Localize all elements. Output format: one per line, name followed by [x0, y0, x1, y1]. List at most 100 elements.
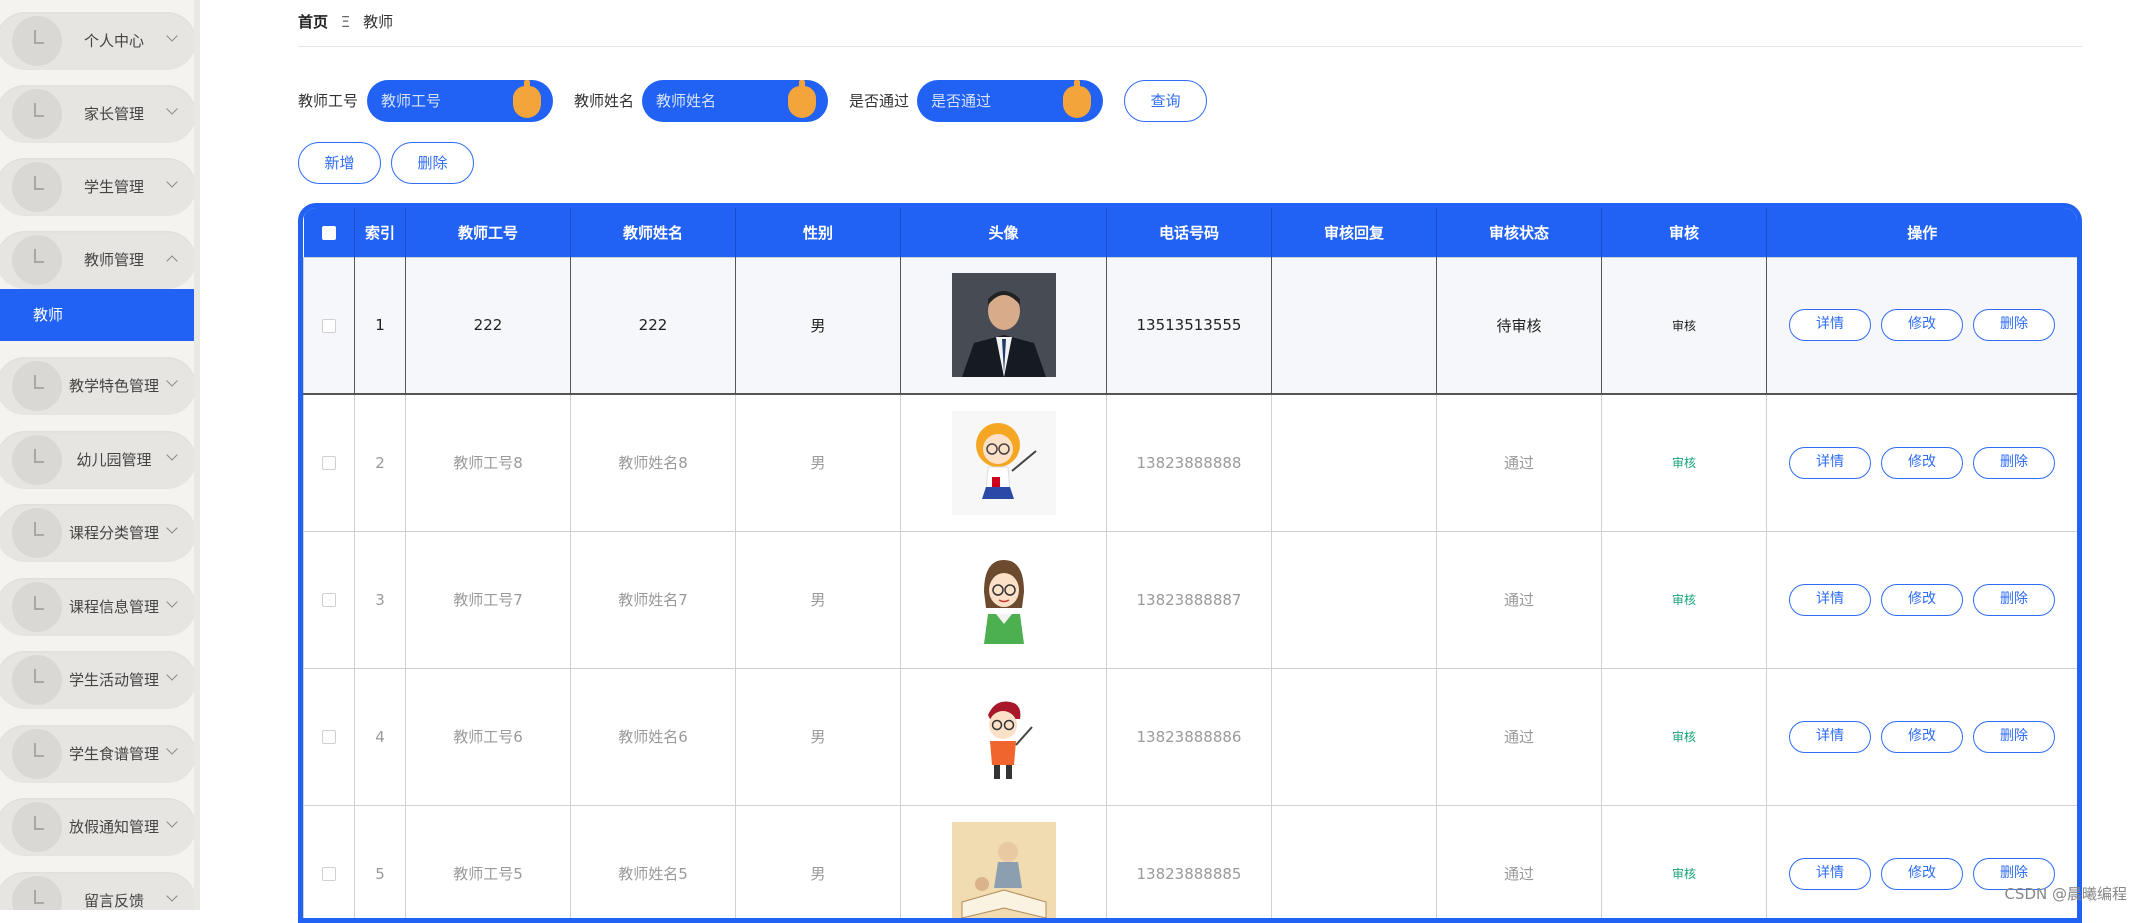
sidebar-item-teaching-features[interactable]: 教学特色管理 — [0, 357, 196, 415]
teacher-name-cell: 教师姓名7 — [571, 531, 736, 668]
sidebar-item-student-activity[interactable]: 学生活动管理 — [0, 651, 196, 709]
row-select-cell[interactable] — [304, 668, 355, 805]
index-cell: 4 — [355, 668, 406, 805]
edit-button[interactable]: 修改 — [1881, 858, 1963, 890]
row-select-cell[interactable] — [304, 805, 355, 923]
row-select-cell[interactable] — [304, 257, 355, 394]
table-row[interactable]: 5 教师工号5 教师姓名5 男 13823888885 通过 审核 — [304, 805, 2078, 923]
detail-button[interactable]: 详情 — [1789, 447, 1871, 479]
row-checkbox[interactable] — [322, 730, 336, 744]
audit-link[interactable]: 审核 — [1602, 805, 1767, 923]
reading-illustration-avatar — [952, 822, 1056, 923]
sidebar-item-kindergarten-management[interactable]: 幼儿园管理 — [0, 431, 196, 489]
teacher-no-cell: 222 — [406, 257, 571, 394]
row-checkbox[interactable] — [322, 867, 336, 881]
edit-button[interactable]: 修改 — [1881, 721, 1963, 753]
row-select-cell[interactable] — [304, 394, 355, 531]
row-select-cell[interactable] — [304, 531, 355, 668]
audit-link[interactable]: 审核 — [1602, 668, 1767, 805]
index-cell: 3 — [355, 531, 406, 668]
sidebar-item-label: 放假通知管理 — [54, 798, 174, 856]
column-header: 性别 — [736, 208, 901, 257]
row-delete-button[interactable]: 删除 — [1973, 447, 2055, 479]
sidebar-item-label: 个人中心 — [54, 12, 174, 70]
table-header-row: 索引 教师工号 教师姓名 性别 头像 电话号码 审核回复 审核状态 审核 操作 — [304, 208, 2078, 257]
sidebar-item-label: 教师管理 — [54, 231, 174, 289]
row-checkbox[interactable] — [322, 456, 336, 470]
column-header: 审核状态 — [1437, 208, 1602, 257]
sidebar-item-label: 幼儿园管理 — [54, 431, 174, 489]
sidebar-item-personal-center[interactable]: 个人中心 — [0, 12, 196, 70]
actions-cell: 详情修改删除 — [1767, 394, 2078, 531]
index-cell: 2 — [355, 394, 406, 531]
detail-button[interactable]: 详情 — [1789, 721, 1871, 753]
select-all-checkbox[interactable] — [322, 226, 336, 240]
index-cell: 5 — [355, 805, 406, 923]
sidebar-item-holiday-notice[interactable]: 放假通知管理 — [0, 798, 196, 856]
column-header: 教师姓名 — [571, 208, 736, 257]
phone-cell: 13513513555 — [1107, 257, 1272, 394]
knob-icon — [513, 86, 541, 118]
delete-button[interactable]: 删除 — [391, 142, 474, 184]
table-row[interactable]: 1 222 222 男 13513513555 — [304, 257, 2078, 394]
detail-button[interactable]: 详情 — [1789, 858, 1871, 890]
sidebar-item-feedback[interactable]: 留言反馈 — [0, 872, 196, 910]
table-row[interactable]: 2 教师工号8 教师姓名8 男 — [304, 394, 2078, 531]
breadcrumb: 首页 Ξ 教师 — [298, 10, 393, 34]
sidebar-item-teacher-management[interactable]: 教师管理 — [0, 231, 196, 289]
phone-cell: 13823888887 — [1107, 531, 1272, 668]
column-header: 索引 — [355, 208, 406, 257]
sidebar-item-label: 学生管理 — [54, 158, 174, 216]
status-cell: 通过 — [1437, 531, 1602, 668]
teacher-no-input[interactable] — [379, 85, 499, 117]
reply-cell — [1272, 805, 1437, 923]
table-row[interactable]: 4 教师工号6 教师姓名6 男 — [304, 668, 2078, 805]
row-checkbox[interactable] — [322, 319, 336, 333]
status-cell: 待审核 — [1437, 257, 1602, 394]
row-delete-button[interactable]: 删除 — [1973, 584, 2055, 616]
breadcrumb-separator-icon: Ξ — [341, 13, 350, 31]
teacher-no-field[interactable] — [367, 80, 553, 122]
sidebar-item-course-info[interactable]: 课程信息管理 — [0, 578, 196, 636]
row-delete-button[interactable]: 删除 — [1973, 309, 2055, 341]
watermark: CSDN @晨曦编程 — [2004, 883, 2127, 904]
row-checkbox[interactable] — [322, 593, 336, 607]
teacher-name-input[interactable] — [654, 85, 774, 117]
sidebar-item-student-management[interactable]: 学生管理 — [0, 158, 196, 216]
cartoon-girl-teacher-avatar — [952, 411, 1056, 515]
gender-cell: 男 — [736, 531, 901, 668]
sidebar-subitem-teacher[interactable]: 教师 — [0, 289, 199, 341]
avatar-cell — [901, 257, 1107, 394]
teacher-table: 索引 教师工号 教师姓名 性别 头像 电话号码 审核回复 审核状态 审核 操作 … — [298, 203, 2082, 923]
avatar-cell — [901, 394, 1107, 531]
sidebar-item-label: 学生活动管理 — [54, 651, 174, 709]
approved-input[interactable] — [929, 85, 1049, 117]
gender-cell: 男 — [736, 394, 901, 531]
actions-cell: 详情修改删除 — [1767, 257, 2078, 394]
select-all-cell[interactable] — [304, 208, 355, 257]
sidebar-item-course-category[interactable]: 课程分类管理 — [0, 504, 196, 562]
approved-label: 是否通过 — [849, 80, 909, 122]
audit-link[interactable]: 审核 — [1602, 394, 1767, 531]
edit-button[interactable]: 修改 — [1881, 584, 1963, 616]
sidebar-item-label: 留言反馈 — [54, 872, 174, 910]
teacher-name-cell: 教师姓名6 — [571, 668, 736, 805]
row-delete-button[interactable]: 删除 — [1973, 721, 2055, 753]
add-button[interactable]: 新增 — [298, 142, 381, 184]
approved-field[interactable] — [917, 80, 1103, 122]
teacher-name-cell: 222 — [571, 257, 736, 394]
teacher-name-field[interactable] — [642, 80, 828, 122]
breadcrumb-home[interactable]: 首页 — [298, 13, 328, 31]
sidebar-item-parent-management[interactable]: 家长管理 — [0, 85, 196, 143]
audit-link[interactable]: 审核 — [1602, 531, 1767, 668]
edit-button[interactable]: 修改 — [1881, 309, 1963, 341]
sidebar-item-student-recipe[interactable]: 学生食谱管理 — [0, 725, 196, 783]
sidebar-item-label: 课程信息管理 — [54, 578, 174, 636]
edit-button[interactable]: 修改 — [1881, 447, 1963, 479]
audit-link[interactable]: 审核 — [1602, 257, 1767, 394]
detail-button[interactable]: 详情 — [1789, 584, 1871, 616]
table-row[interactable]: 3 教师工号7 教师姓名7 男 13823888 — [304, 531, 2078, 668]
teacher-name-cell: 教师姓名8 — [571, 394, 736, 531]
query-button[interactable]: 查询 — [1124, 80, 1207, 122]
detail-button[interactable]: 详情 — [1789, 309, 1871, 341]
